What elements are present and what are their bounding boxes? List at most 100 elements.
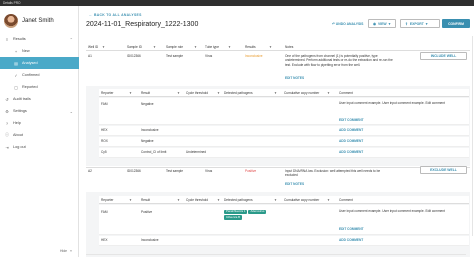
chevron-left-icon: « — [69, 249, 72, 253]
filter-icon[interactable]: ▼ — [327, 198, 330, 202]
document-icon: ▢ — [14, 84, 18, 90]
sidebar-item-analysed[interactable]: ▤ Analysed — [0, 57, 79, 69]
column-header[interactable]: Detected pathogens — [224, 91, 253, 95]
user-name: Janet Smith — [22, 18, 54, 24]
reporter: ROX — [101, 139, 108, 143]
comment: User input comment example. User input c… — [339, 209, 445, 213]
sidebar-item-label: Settings — [13, 109, 27, 113]
sidebar-item-label: Reported — [22, 85, 38, 89]
column-header[interactable]: Cumulative copy number — [284, 198, 319, 202]
sub-table-header: Reporter ▼ Result ▼ Cycle threshold ▼ De… — [99, 196, 469, 204]
back-link[interactable]: ← BACK TO ALL ANALYSES — [89, 13, 142, 17]
filter-icon[interactable]: ▼ — [228, 45, 231, 49]
edit-notes-link[interactable]: EDIT NOTES — [285, 76, 304, 80]
filter-icon[interactable]: ▼ — [274, 198, 277, 202]
export-button[interactable]: ⇪ EXPORT ▾ — [400, 19, 440, 28]
edit-comment-link[interactable]: EDIT COMMENT — [339, 227, 364, 231]
sidebar-item-new[interactable]: + New — [0, 45, 79, 57]
hide-sidebar-button[interactable]: Hide « — [60, 249, 72, 253]
add-comment-link[interactable]: ADD COMMENT — [339, 128, 363, 132]
sidebar-item-about[interactable]: ⓘ About — [0, 129, 79, 141]
export-label: EXPORT — [409, 21, 424, 26]
confirm-button[interactable]: CONFIRM — [442, 19, 470, 28]
view-button[interactable]: ◉ VIEW ▾ — [368, 19, 396, 28]
chevron-down-icon: ⌄ — [69, 108, 73, 114]
undo-analysis-button[interactable]: ↶ UNDO ANALYSIS — [332, 22, 363, 26]
sidebar-item-label: About — [13, 133, 23, 137]
row-divider — [86, 167, 470, 168]
sidebar-item-help[interactable]: ? Help — [0, 117, 79, 129]
add-comment-link[interactable]: ADD COMMENT — [339, 150, 363, 154]
well-result: Inconclusive — [245, 54, 263, 58]
sidebar-item-logout[interactable]: ⇥ Log out — [0, 141, 79, 153]
column-header[interactable]: Cumulative copy number — [284, 91, 319, 95]
chart-icon: ▤ — [14, 60, 18, 66]
well-note: Input DNA/RNA low. Exclusion: well attem… — [285, 169, 381, 178]
column-header[interactable]: Reporter — [101, 198, 113, 202]
column-header[interactable]: Tube type — [205, 45, 219, 49]
edit-notes-link[interactable]: EDIT NOTES — [285, 182, 304, 186]
sample-id: ID012366 — [127, 54, 141, 58]
column-header[interactable]: Notes — [285, 45, 293, 49]
edit-comment-link[interactable]: EDIT COMMENT — [339, 118, 364, 122]
user-profile[interactable]: Janet Smith — [4, 14, 54, 28]
filter-icon[interactable]: ▼ — [217, 198, 220, 202]
exclude-well-button[interactable]: EXCLUDE WELL — [420, 166, 467, 174]
sidebar-item-label: New — [22, 49, 30, 53]
column-header[interactable]: Cycle threshold — [186, 91, 208, 95]
reporter: FAM — [101, 210, 108, 214]
filter-icon[interactable]: ▼ — [194, 45, 197, 49]
sub-table-header: Reporter ▼ Result ▼ Cycle threshold ▼ De… — [99, 89, 469, 97]
filter-icon[interactable]: ▼ — [217, 91, 220, 95]
sidebar-item-audit[interactable]: ↺ Audit trails — [0, 93, 79, 105]
filter-icon[interactable]: ▼ — [269, 45, 272, 49]
filter-icon[interactable]: ▼ — [274, 91, 277, 95]
column-header[interactable]: Cycle threshold — [186, 198, 208, 202]
avatar — [4, 14, 18, 28]
filter-icon[interactable]: ▼ — [177, 198, 180, 202]
filter-icon[interactable]: ▼ — [102, 45, 105, 49]
page-title: 2024-11-01_Respiratory_1222-1300 — [86, 21, 199, 28]
column-header[interactable]: Well ID — [88, 45, 98, 49]
table-row: ROX Negative ADD COMMENT — [99, 137, 469, 147]
tube-type: Virus — [205, 54, 213, 58]
result: Positive — [141, 210, 153, 214]
filter-icon[interactable]: ▼ — [129, 198, 132, 202]
column-header[interactable]: Sample role — [166, 45, 183, 49]
sidebar-item-label: Audit trails — [13, 97, 31, 101]
undo-label: UNDO ANALYSIS — [335, 22, 364, 26]
filter-icon[interactable]: ▼ — [327, 91, 330, 95]
sidebar-item-settings[interactable]: ⚙ Settings ⌄ — [0, 105, 79, 117]
plus-icon: + — [14, 48, 18, 54]
add-comment-link[interactable]: ADD COMMENT — [339, 238, 363, 242]
filter-icon[interactable]: ▼ — [177, 91, 180, 95]
column-header[interactable]: Result — [141, 198, 150, 202]
column-header[interactable]: Detected pathogens — [224, 198, 253, 202]
column-header[interactable]: Comment — [339, 91, 353, 95]
main-content: ← BACK TO ALL ANALYSES 2024-11-01_Respir… — [80, 6, 474, 257]
sidebar-item-reported[interactable]: ▢ Reported — [0, 81, 79, 93]
column-header[interactable]: Reporter — [101, 91, 113, 95]
sidebar-item-confirmed[interactable]: ✓ Confirmed — [0, 69, 79, 81]
column-header[interactable]: Comment — [339, 198, 353, 202]
info-icon: ⓘ — [5, 132, 9, 137]
column-header[interactable]: Sample ID — [127, 45, 142, 49]
chevron-up-icon: ⌃ — [69, 36, 73, 42]
column-header[interactable]: Result — [141, 91, 150, 95]
tube-type: Virus — [205, 169, 213, 173]
sidebar-item-label: Analysed — [22, 61, 38, 65]
filter-icon[interactable]: ▼ — [129, 91, 132, 95]
table-row: HEX Inconclusive ADD COMMENT — [99, 126, 469, 136]
add-comment-link[interactable]: ADD COMMENT — [339, 139, 363, 143]
column-header[interactable]: Results — [245, 45, 256, 49]
result: Negative — [141, 139, 154, 143]
filter-icon[interactable]: ▼ — [153, 45, 156, 49]
sidebar-item-results[interactable]: ≡ Results ⌃ — [0, 33, 79, 45]
pathogen-tag: Adenovirus — [248, 209, 267, 214]
include-well-button[interactable]: INCLUDE WELL — [420, 52, 467, 60]
reporter: HEX — [101, 238, 108, 242]
reporter: HEX — [101, 128, 108, 132]
vertical-scrollbar[interactable] — [471, 36, 473, 236]
horizontal-scrollbar[interactable] — [86, 253, 466, 255]
chevron-down-icon: ▾ — [425, 21, 428, 26]
